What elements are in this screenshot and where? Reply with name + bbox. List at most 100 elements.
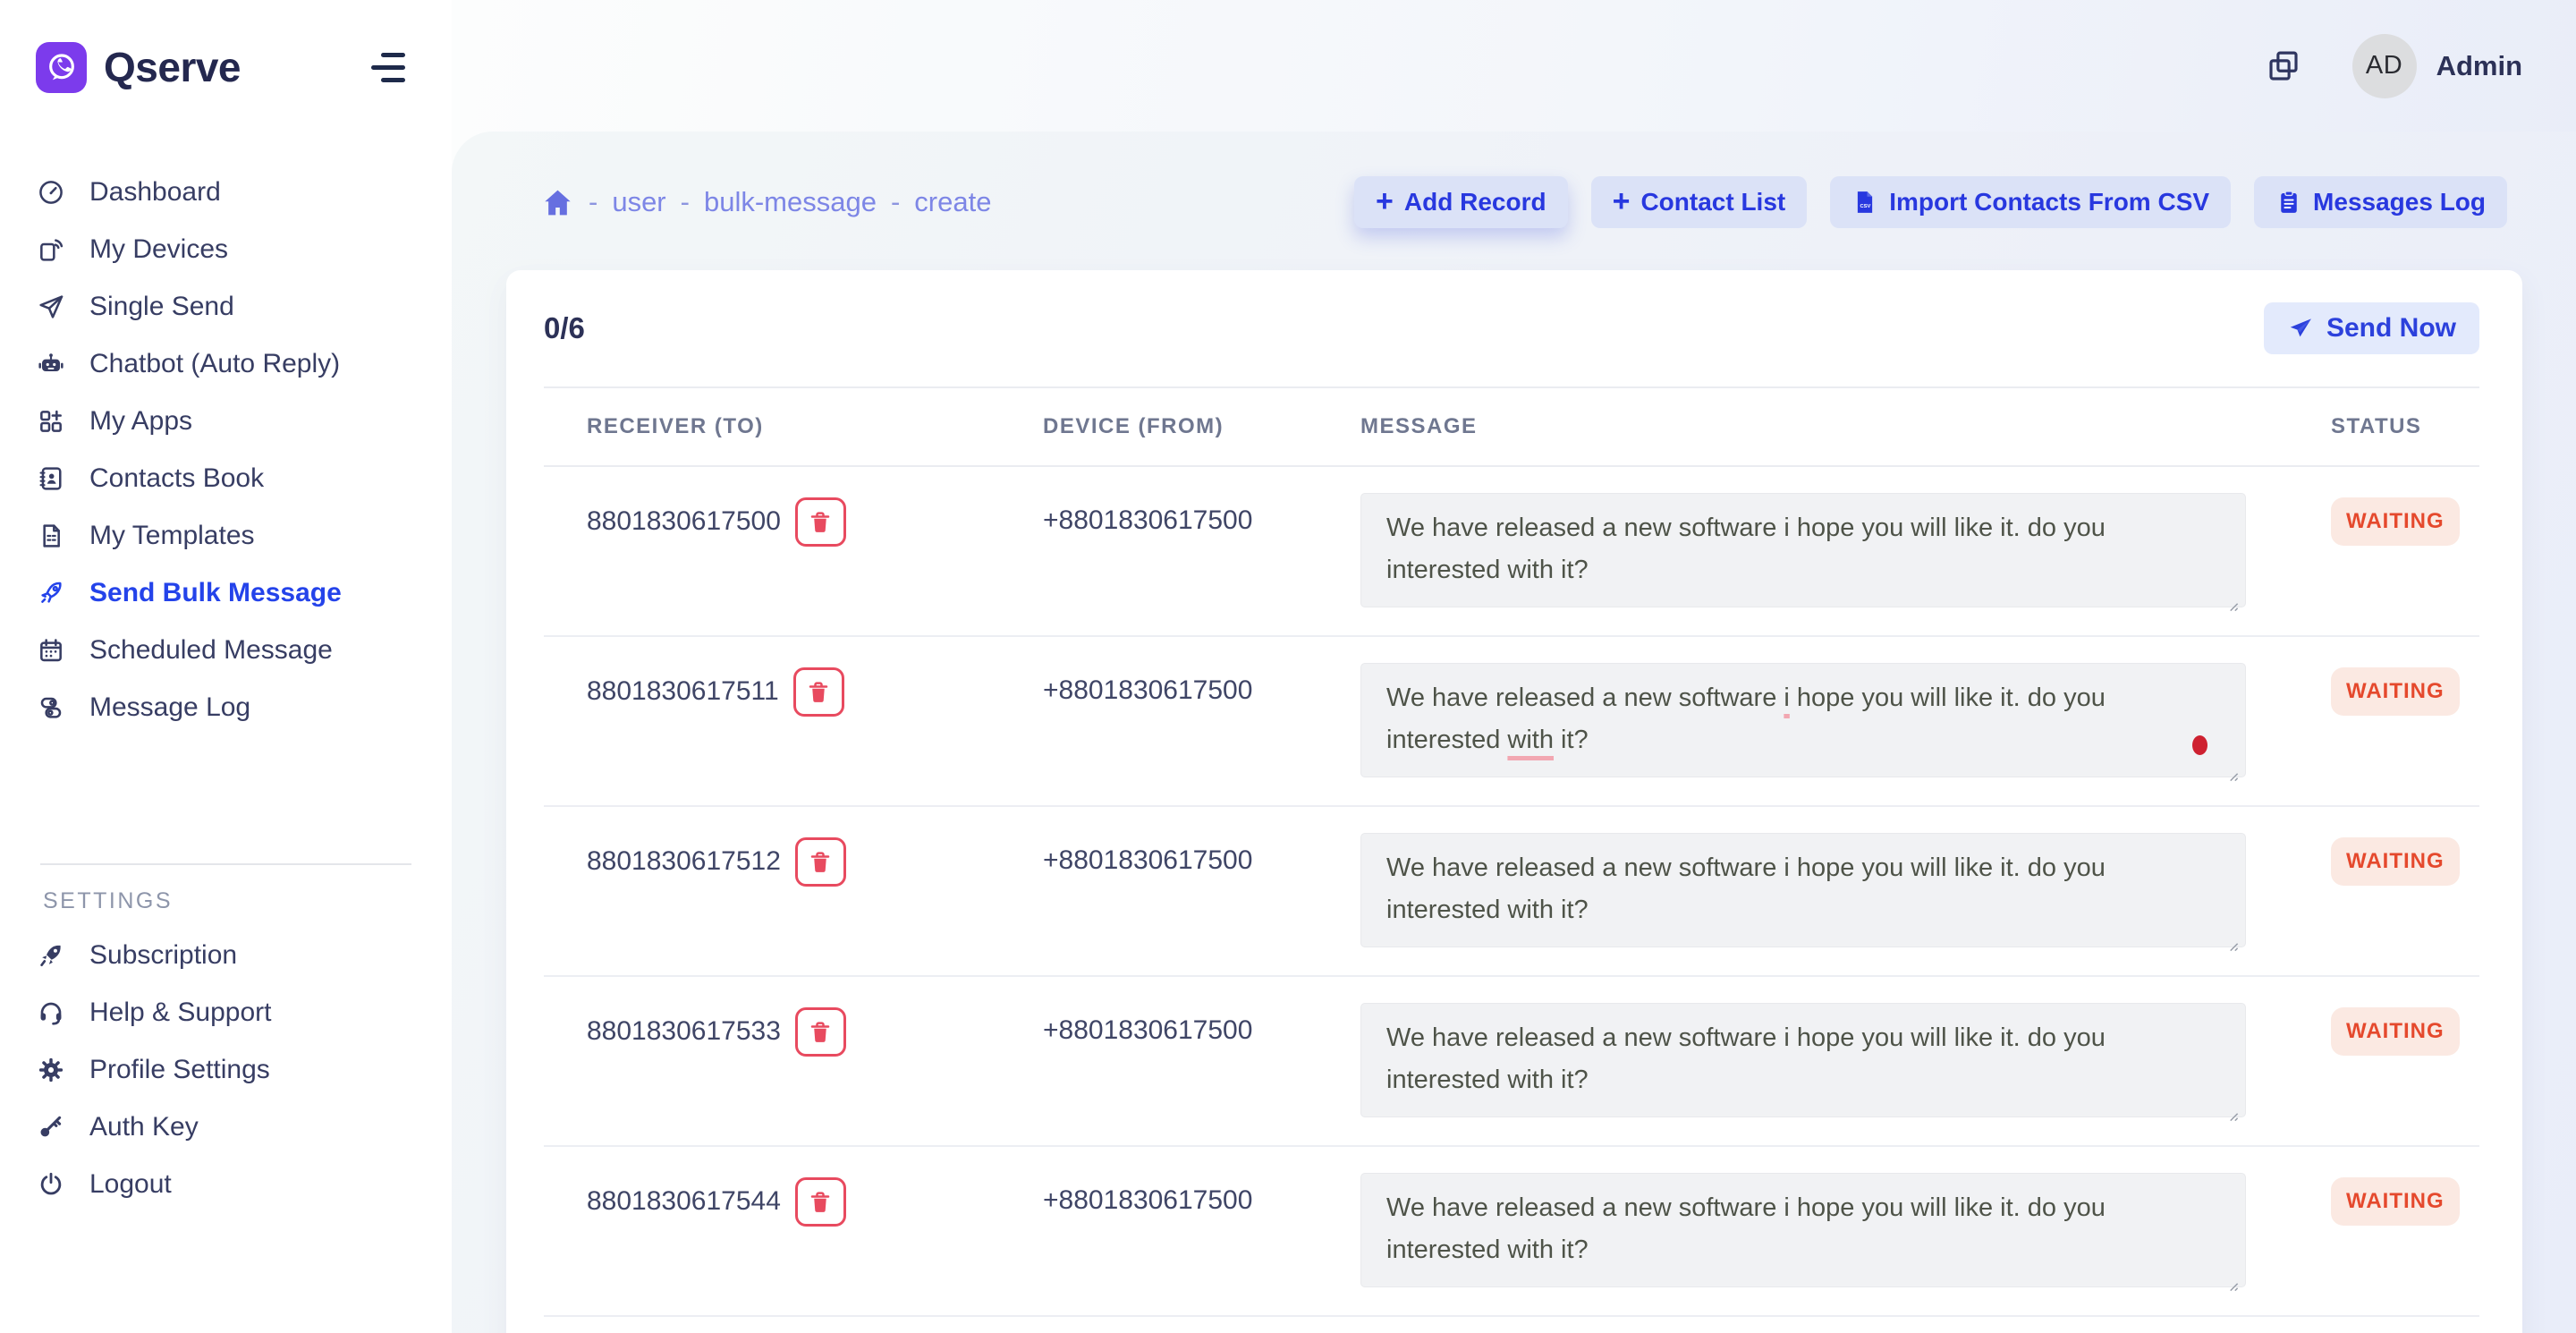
status-cell: WAITING xyxy=(2331,490,2479,635)
message-text: We have released a new software i hope y… xyxy=(1386,1023,2106,1094)
sidebar-item-label: Help & Support xyxy=(89,998,271,1028)
breadcrumb-create[interactable]: create xyxy=(914,186,991,218)
sidebar-item-label: My Templates xyxy=(89,521,255,551)
device-cell: +8801830617500 xyxy=(1043,1000,1360,1145)
avatar[interactable]: AD xyxy=(2352,34,2417,98)
add-record-button[interactable]: + Add Record xyxy=(1354,176,1568,228)
sidebar-item-subscription[interactable]: Subscription xyxy=(0,927,452,984)
sidebar-item-profile-settings[interactable]: Profile Settings xyxy=(0,1041,452,1099)
csv-file-icon: CSV xyxy=(1852,189,1878,216)
resize-handle-icon[interactable] xyxy=(2224,585,2241,601)
panel-top-row: - user - bulk-message - create + Add Rec… xyxy=(541,176,2507,228)
delete-row-button[interactable] xyxy=(795,497,846,547)
toolbar-actions: + Add Record + Contact List xyxy=(1354,176,2507,228)
copy-icon[interactable] xyxy=(2265,47,2302,85)
sidebar-item-label: Dashboard xyxy=(89,177,221,208)
device-number: +8801830617500 xyxy=(1043,505,1252,535)
message-cell: We have released a new software i hope y… xyxy=(1360,830,2331,975)
sidebar-item-dashboard[interactable]: Dashboard xyxy=(0,164,452,221)
breadcrumb-separator: - xyxy=(589,186,597,218)
sidebar: Qserve Dashboard My Devices xyxy=(0,0,452,1333)
device-cell: +8801830617500 xyxy=(1043,1170,1360,1315)
trash-icon xyxy=(807,1189,834,1216)
message-textarea[interactable]: We have released a new software i hope y… xyxy=(1360,493,2246,607)
rocket-solid-icon xyxy=(36,940,66,971)
sidebar-item-my-templates[interactable]: My Templates xyxy=(0,507,452,565)
message-text: We have released a new software i hope y… xyxy=(1386,683,2106,754)
sidebar-item-logout[interactable]: Logout xyxy=(0,1156,452,1213)
message-textarea[interactable]: We have released a new software i hope y… xyxy=(1360,1173,2246,1287)
sidebar-settings-nav: Subscription Help & Support xyxy=(0,927,452,1213)
sidebar-item-label: Single Send xyxy=(89,292,234,322)
resize-handle-icon[interactable] xyxy=(2224,755,2241,771)
document-icon xyxy=(36,521,66,551)
sidebar-item-single-send[interactable]: Single Send xyxy=(0,278,452,335)
receiver-cell: 8801830617511 xyxy=(544,660,1043,805)
key-icon xyxy=(36,1112,66,1142)
delete-row-button[interactable] xyxy=(795,1177,846,1227)
receiver-cell: 8801830617512 xyxy=(544,830,1043,975)
message-cell: We have released a new software i hope y… xyxy=(1360,1000,2331,1145)
apps-grid-icon xyxy=(36,406,66,437)
sidebar-item-label: My Apps xyxy=(89,406,192,437)
sidebar-item-message-log[interactable]: Message Log xyxy=(0,679,452,736)
whatsapp-logo-icon[interactable] xyxy=(36,42,87,93)
assistant-dot[interactable] xyxy=(2192,735,2207,755)
sidebar-item-auth-key[interactable]: Auth Key xyxy=(0,1099,452,1156)
sidebar-item-label: Logout xyxy=(89,1169,172,1200)
status-cell: WAITING xyxy=(2331,1000,2479,1145)
resize-handle-icon[interactable] xyxy=(2224,1095,2241,1111)
import-csv-button[interactable]: CSV Import Contacts From CSV xyxy=(1830,176,2231,228)
sidebar-item-scheduled-message[interactable]: Scheduled Message xyxy=(0,622,452,679)
robot-icon xyxy=(36,349,66,379)
sidebar-item-help-support[interactable]: Help & Support xyxy=(0,984,452,1041)
sidebar-item-chatbot[interactable]: Chatbot (Auto Reply) xyxy=(0,335,452,393)
settings-heading: SETTINGS xyxy=(0,888,452,914)
delete-row-button[interactable] xyxy=(795,1007,846,1057)
column-header-device: DEVICE (FROM) xyxy=(1043,414,1360,439)
app-title: Qserve xyxy=(104,43,241,91)
sidebar-item-my-apps[interactable]: My Apps xyxy=(0,393,452,450)
toggles-icon xyxy=(36,692,66,723)
progress-counter: 0/6 xyxy=(544,311,585,345)
breadcrumb: - user - bulk-message - create xyxy=(541,186,991,219)
plus-icon: + xyxy=(1376,186,1394,217)
breadcrumb-user[interactable]: user xyxy=(612,186,665,218)
sidebar-nav: Dashboard My Devices Single Send xyxy=(0,164,452,736)
receiver-cell: 8801830617544 xyxy=(544,1170,1043,1315)
sidebar-item-label: Chatbot (Auto Reply) xyxy=(89,349,340,379)
home-icon[interactable] xyxy=(541,186,574,219)
delete-row-button[interactable] xyxy=(795,837,846,887)
delete-row-button[interactable] xyxy=(793,667,844,717)
power-icon xyxy=(36,1169,66,1200)
breadcrumb-separator: - xyxy=(891,186,900,218)
table-row: 8801830617533 +8801830617500 We have rel… xyxy=(544,977,2479,1147)
message-textarea[interactable]: We have released a new software i hope y… xyxy=(1360,1003,2246,1117)
status-badge: WAITING xyxy=(2331,1177,2460,1226)
sidebar-item-my-devices[interactable]: My Devices xyxy=(0,221,452,278)
sidebar-toggle-button[interactable] xyxy=(371,53,405,82)
messages-log-label: Messages Log xyxy=(2313,188,2486,217)
gear-icon xyxy=(36,1055,66,1085)
status-badge: WAITING xyxy=(2331,667,2460,716)
device-number: +8801830617500 xyxy=(1043,1015,1252,1045)
send-now-button[interactable]: Send Now xyxy=(2264,302,2479,354)
contacts-book-icon xyxy=(36,463,66,494)
resize-handle-icon[interactable] xyxy=(2224,1265,2241,1281)
sidebar-item-contacts-book[interactable]: Contacts Book xyxy=(0,450,452,507)
message-textarea[interactable]: We have released a new software i hope y… xyxy=(1360,833,2246,947)
contact-list-label: Contact List xyxy=(1640,188,1785,217)
message-textarea[interactable]: We have released a new software i hope y… xyxy=(1360,663,2246,777)
receiver-cell: 8801830617500 xyxy=(544,490,1043,635)
user-name: Admin xyxy=(2436,50,2522,82)
contact-list-button[interactable]: + Contact List xyxy=(1591,176,1808,228)
main-area: AD Admin - user - bulk-message - create xyxy=(452,0,2576,1333)
trash-icon xyxy=(807,1019,834,1046)
table-row: 8801830617511 +8801830617500 We have rel… xyxy=(544,637,2479,807)
messages-log-button[interactable]: Messages Log xyxy=(2254,176,2507,228)
sidebar-item-send-bulk-message[interactable]: Send Bulk Message xyxy=(0,565,452,622)
send-icon xyxy=(2287,315,2314,342)
breadcrumb-bulk-message[interactable]: bulk-message xyxy=(704,186,877,218)
resize-handle-icon[interactable] xyxy=(2224,925,2241,941)
status-badge: WAITING xyxy=(2331,1007,2460,1056)
